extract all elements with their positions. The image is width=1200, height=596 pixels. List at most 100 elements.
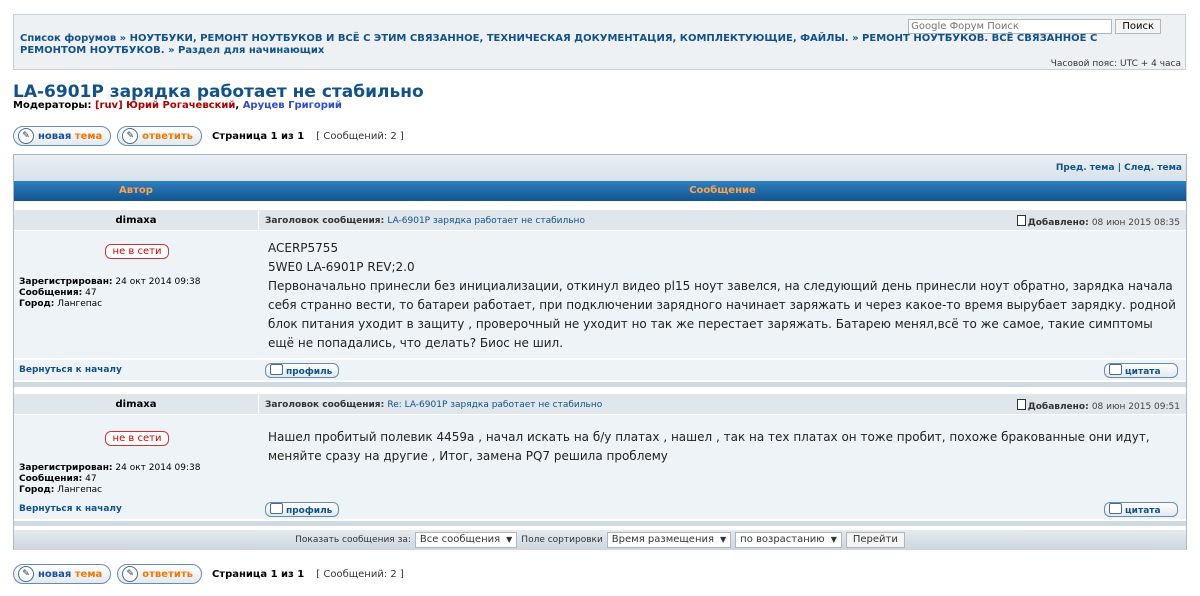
moderators: Модераторы: [ruv] Юрий Рогачевский, Аруц…: [13, 100, 342, 111]
go-button[interactable]: Перейти: [845, 532, 905, 548]
back-to-top-link[interactable]: Вернуться к началу: [19, 504, 122, 514]
new-topic-button[interactable]: ✎ новая тема: [13, 126, 112, 146]
breadcrumb-beginners[interactable]: Раздел для начинающих: [178, 45, 324, 56]
messages-value: 47: [85, 474, 97, 484]
new-topic-label-2: тема: [74, 130, 103, 142]
sort-select[interactable]: Время размещения ▼: [606, 532, 732, 548]
post-line: ACERP5755: [268, 241, 339, 255]
user-info: Зарегистрирован: 24 окт 2014 09:38 Сообщ…: [19, 277, 200, 310]
new-topic-label-2: тема: [74, 568, 103, 580]
quote-label: цитата: [1125, 506, 1161, 516]
order-select[interactable]: по возрастанию ▼: [735, 532, 842, 548]
post-icon[interactable]: [1016, 215, 1026, 226]
profile-button[interactable]: профиль: [265, 502, 340, 517]
subject-label: Заголовок сообщения:: [265, 400, 385, 410]
page-title[interactable]: LA-6901P зарядка работает не стабильно: [13, 82, 424, 102]
reply-button[interactable]: ✎ ответить: [117, 126, 202, 146]
breadcrumb-forum-list[interactable]: Список форумов: [20, 33, 116, 44]
reply-icon: ✎: [122, 128, 139, 144]
messages-value: 47: [85, 288, 97, 298]
subject-link[interactable]: Re: LA-6901P зарядка работает не стабиль…: [387, 400, 602, 410]
profile-button[interactable]: профиль: [265, 363, 340, 378]
show-select[interactable]: Все сообщения ▼: [414, 532, 518, 548]
new-topic-label-1: новая: [38, 130, 72, 142]
post-subject: Заголовок сообщения: LA-6901P зарядка ра…: [265, 216, 585, 226]
back-to-top-link[interactable]: Вернуться к началу: [19, 365, 122, 375]
sort-bar: Показать сообщения за: Все сообщения ▼ По…: [14, 530, 1186, 550]
registered-row: Зарегистрирован: 24 окт 2014 09:38: [19, 277, 200, 288]
new-topic-label-1: новая: [38, 568, 72, 580]
post-content: ACERP5755 5WE0 LA-6901P REV;2.0 Первонач…: [268, 239, 1180, 353]
chevron-down-icon: ▼: [830, 535, 837, 544]
post-line: Первоначально принесли без инициализации…: [268, 279, 1176, 350]
quote-button[interactable]: цитата: [1104, 363, 1178, 378]
pencil-icon: ✎: [18, 566, 34, 582]
chevron-down-icon: ▼: [720, 535, 727, 544]
navbar: Поиск Список форумов » НОУТБУКИ, РЕМОНТ …: [13, 14, 1186, 70]
subject-label: Заголовок сообщения:: [265, 216, 385, 226]
post-line: 5WE0 LA-6901P REV;2.0: [268, 260, 415, 274]
page-indicator: Страница 1 из 1: [211, 130, 305, 142]
post-subject: Заголовок сообщения: Re: LA-6901P зарядк…: [265, 400, 602, 410]
messages-label: Сообщения:: [19, 474, 83, 484]
subject-link[interactable]: LA-6901P зарядка работает не стабильно: [387, 216, 585, 226]
post-content: Нашел пробитый полевик 4459а , начал иск…: [268, 428, 1180, 466]
messages-label: Сообщения:: [19, 288, 83, 298]
post-date: Добавлено: 08 июн 2015 09:51: [1016, 399, 1180, 412]
profile-icon: [270, 503, 283, 514]
message-column-header: Сообщение: [689, 185, 756, 196]
moderator-separator: ,: [235, 100, 243, 111]
added-label: Добавлено:: [1027, 218, 1089, 228]
quote-button[interactable]: цитата: [1104, 502, 1178, 517]
topic-nav-bar: Пред. тема | След. тема: [14, 155, 1186, 181]
city-row: Город: Лангепас: [19, 299, 200, 310]
city-label: Город:: [19, 485, 55, 495]
profile-label: профиль: [286, 506, 333, 516]
next-topic-link[interactable]: След. тема: [1124, 163, 1182, 173]
search-button[interactable]: Поиск: [1115, 19, 1161, 34]
city-value: Лангепас: [57, 485, 103, 495]
user-info: Зарегистрирован: 24 окт 2014 09:38 Сообщ…: [19, 463, 200, 496]
breadcrumb: Список форумов » НОУТБУКИ, РЕМОНТ НОУТБУ…: [20, 33, 1140, 57]
registered-row: Зарегистрирован: 24 окт 2014 09:38: [19, 463, 200, 474]
bottom-actions: ✎ новая тема ✎ ответить Страница 1 из 1 …: [13, 563, 404, 585]
reply-icon: ✎: [122, 566, 139, 582]
show-label: Показать сообщения за:: [295, 535, 411, 545]
chevron-down-icon: ▼: [506, 535, 513, 544]
breadcrumb-separator: »: [168, 45, 175, 56]
moderator-link[interactable]: [ruv] Юрий Рогачевский: [95, 100, 235, 111]
post-date: Добавлено: 08 июн 2015 08:35: [1016, 215, 1180, 228]
post-line: Нашел пробитый полевик 4459а , начал иск…: [268, 430, 1150, 463]
registered-label: Зарегистрирован:: [19, 463, 113, 473]
timezone-label: Часовой пояс: UTC + 4 часа: [1050, 59, 1181, 69]
moderator-link[interactable]: Аруцев Григорий: [243, 100, 342, 111]
reply-label: ответить: [142, 130, 193, 142]
post-author: dimaxa: [115, 399, 157, 410]
city-label: Город:: [19, 299, 55, 309]
profile-label: профиль: [286, 367, 333, 377]
breadcrumb-notebooks[interactable]: НОУТБУКИ, РЕМОНТ НОУТБУКОВ И ВСЁ С ЭТИМ …: [130, 33, 849, 44]
quote-icon: [1109, 364, 1122, 375]
city-value: Лангепас: [57, 299, 103, 309]
registered-value: 24 окт 2014 09:38: [115, 463, 201, 473]
post-body: не в сети Зарегистрирован: 24 окт 2014 0…: [14, 415, 1186, 499]
offline-badge: не в сети: [105, 431, 169, 446]
author-column-header: Автор: [119, 185, 153, 196]
post-spacer: [14, 382, 1186, 387]
reply-button[interactable]: ✎ ответить: [117, 564, 202, 584]
post-header: dimaxa Заголовок сообщения: LA-6901P зар…: [14, 210, 1186, 230]
messages-row: Сообщения: 47: [19, 474, 200, 485]
city-row: Город: Лангепас: [19, 485, 200, 496]
search-input[interactable]: [908, 19, 1113, 34]
profile-icon: [270, 364, 283, 375]
post-icon[interactable]: [1016, 399, 1026, 410]
registered-label: Зарегистрирован:: [19, 277, 113, 287]
post-header: dimaxa Заголовок сообщения: Re: LA-6901P…: [14, 394, 1186, 414]
prev-topic-link[interactable]: Пред. тема: [1056, 163, 1115, 173]
breadcrumb-separator: »: [119, 33, 127, 44]
post-footer: Вернуться к началу профиль цитата: [14, 499, 1186, 519]
quote-label: цитата: [1125, 367, 1161, 377]
new-topic-button[interactable]: ✎ новая тема: [13, 564, 112, 584]
offline-badge: не в сети: [105, 244, 169, 259]
post-count: [ Сообщений: 2 ]: [316, 568, 404, 580]
